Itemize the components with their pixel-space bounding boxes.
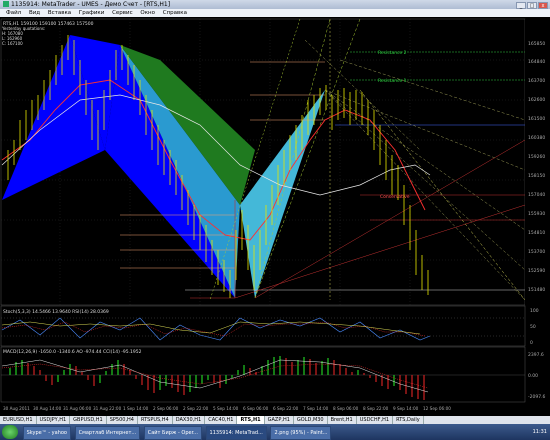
time-tick: 9 Sep 14:00 <box>393 406 419 411</box>
time-tick: 7 Sep 14:00 <box>303 406 329 411</box>
time-tick: 1 Sep 14:00 <box>123 406 149 411</box>
menu-bar: Файл Вид Вставка Графики Сервис Окно Спр… <box>0 9 550 17</box>
tab-rts-daily[interactable]: RTS,Daily <box>393 416 424 424</box>
stochastic-header: Stoch(5,3,3) 14.5466 13.9640 RSI(14) 28.… <box>3 309 109 315</box>
taskbar-item-exchange-site[interactable]: Сайт Бирж - Oper... <box>143 426 202 440</box>
tab-gold[interactable]: GOLD,M30 <box>294 416 328 424</box>
time-tick: 6 Sep 06:00 <box>243 406 269 411</box>
quote-close: C: 167100 <box>2 41 23 46</box>
macd-header: MACD(12,26,9) -1650.0 -1340.6 AO -974.44… <box>3 349 142 355</box>
price-tick: 155930 <box>528 211 545 217</box>
time-tick: 6 Sep 22:00 <box>273 406 299 411</box>
taskbar-item-metatrader[interactable]: 1135914: MetaTrad... <box>205 426 267 440</box>
tab-sp500[interactable]: SP500,H4 <box>107 416 138 424</box>
price-tick: 160380 <box>528 135 545 141</box>
price-tick: 153700 <box>528 249 545 255</box>
taskbar-item-skype[interactable]: Skype™ - yahoo <box>22 426 71 440</box>
stoch-tick: 100 <box>530 308 539 314</box>
time-tick: 12 Sep 06:00 <box>423 406 451 411</box>
start-button[interactable] <box>2 425 18 439</box>
conservative-label: Conservative <box>380 194 410 200</box>
minimize-button[interactable]: _ <box>516 2 526 9</box>
resistance-1-label: Resistance 1 <box>378 78 407 84</box>
menu-insert[interactable]: Вставка <box>48 10 71 16</box>
window-titlebar: 1135914: MetaTrader - UMES - Демо Счет -… <box>0 0 550 9</box>
price-tick: 151480 <box>528 287 545 293</box>
stoch-tick: 50 <box>530 324 536 330</box>
stoch-axis: 100 50 0 <box>530 308 539 346</box>
price-tick: 152590 <box>528 268 545 274</box>
price-tick: 165850 <box>528 41 545 47</box>
macd-tick: 2397.6 <box>528 352 544 358</box>
time-tick: 2 Sep 22:00 <box>183 406 209 411</box>
tab-gbpusd[interactable]: GBPUSD,H1 <box>70 416 107 424</box>
price-tick: 154810 <box>528 230 545 236</box>
tab-dax30[interactable]: DAX30,H1 <box>173 416 206 424</box>
menu-file[interactable]: Файл <box>6 10 21 16</box>
price-tick: 157040 <box>528 192 545 198</box>
tab-gazp[interactable]: GAZP,H1 <box>265 416 294 424</box>
macd-axis: 2397.6 0.00 -2097.6 <box>528 352 546 400</box>
windows-taskbar: Skype™ - yahoo Смартлаб Интернет... Сайт… <box>0 424 550 440</box>
menu-view[interactable]: Вид <box>29 10 40 16</box>
tab-brent[interactable]: Brent,H1 <box>328 416 357 424</box>
price-tick: 161500 <box>528 116 545 122</box>
time-tick: 31 Aug 22:00 <box>93 406 122 411</box>
price-tick: 158150 <box>528 173 545 179</box>
resistance-2-label: Resistance 2 <box>378 50 407 56</box>
maximize-button[interactable]: □ <box>527 2 537 9</box>
time-tick: 8 Sep 22:00 <box>363 406 389 411</box>
metatrader-icon <box>3 1 9 7</box>
taskbar-clock: 11:31 <box>532 429 547 435</box>
tab-usdjpy[interactable]: USDJPY,H1 <box>37 416 71 424</box>
tab-eurusd[interactable]: EURUSD,H1 <box>0 416 37 424</box>
tab-usdchf[interactable]: USDCHF,H1 <box>357 416 394 424</box>
close-button[interactable]: x <box>538 2 548 9</box>
yesterday-quotations: Yesterday quotations: H: 167080 L: 16296… <box>2 26 45 46</box>
time-tick: 30 Aug 14:00 <box>33 406 62 411</box>
time-tick: 30 Aug 2011 <box>3 406 30 411</box>
time-axis: 30 Aug 2011 30 Aug 14:00 31 Aug 06:00 31… <box>3 406 451 411</box>
tab-rts-h1[interactable]: RTS,H1 <box>237 416 265 424</box>
menu-window[interactable]: Окно <box>140 10 155 16</box>
price-tick: 162600 <box>528 97 545 103</box>
tab-cac40[interactable]: CAC40,H1 <box>205 416 238 424</box>
menu-charts[interactable]: Графики <box>79 10 104 16</box>
price-tick: 163700 <box>528 78 545 84</box>
menu-tools[interactable]: Сервис <box>112 10 133 16</box>
tab-rtspus[interactable]: RTSPUS,H4 <box>138 416 173 424</box>
taskbar-item-smartlab[interactable]: Смартлаб Интернет... <box>74 426 141 440</box>
time-tick: 5 Sep 14:00 <box>213 406 239 411</box>
rts-chart[interactable]: 165850 164840 163700 162600 161500 16038… <box>0 17 550 422</box>
chart-window[interactable]: 165850 164840 163700 162600 161500 16038… <box>0 17 550 422</box>
time-tick: 31 Aug 06:00 <box>63 406 92 411</box>
price-tick: 164840 <box>528 59 545 65</box>
time-tick: 2 Sep 06:00 <box>153 406 179 411</box>
stoch-tick: 0 <box>530 340 533 346</box>
chart-tabs: EURUSD,H1 USDJPY,H1 GBPUSD,H1 SP500,H4 RTSPU… <box>0 416 550 424</box>
time-tick: 8 Sep 06:00 <box>333 406 359 411</box>
macd-tick: -2097.6 <box>528 394 546 400</box>
price-tick: 159260 <box>528 154 545 160</box>
taskbar-item-paint[interactable]: 2.png (95%) - Paint... <box>270 426 332 440</box>
menu-help[interactable]: Справка <box>163 10 187 16</box>
macd-panel[interactable] <box>0 346 526 403</box>
macd-tick: 0.00 <box>528 373 538 379</box>
window-title: 1135914: MetaTrader - UMES - Демо Счет -… <box>11 1 171 8</box>
